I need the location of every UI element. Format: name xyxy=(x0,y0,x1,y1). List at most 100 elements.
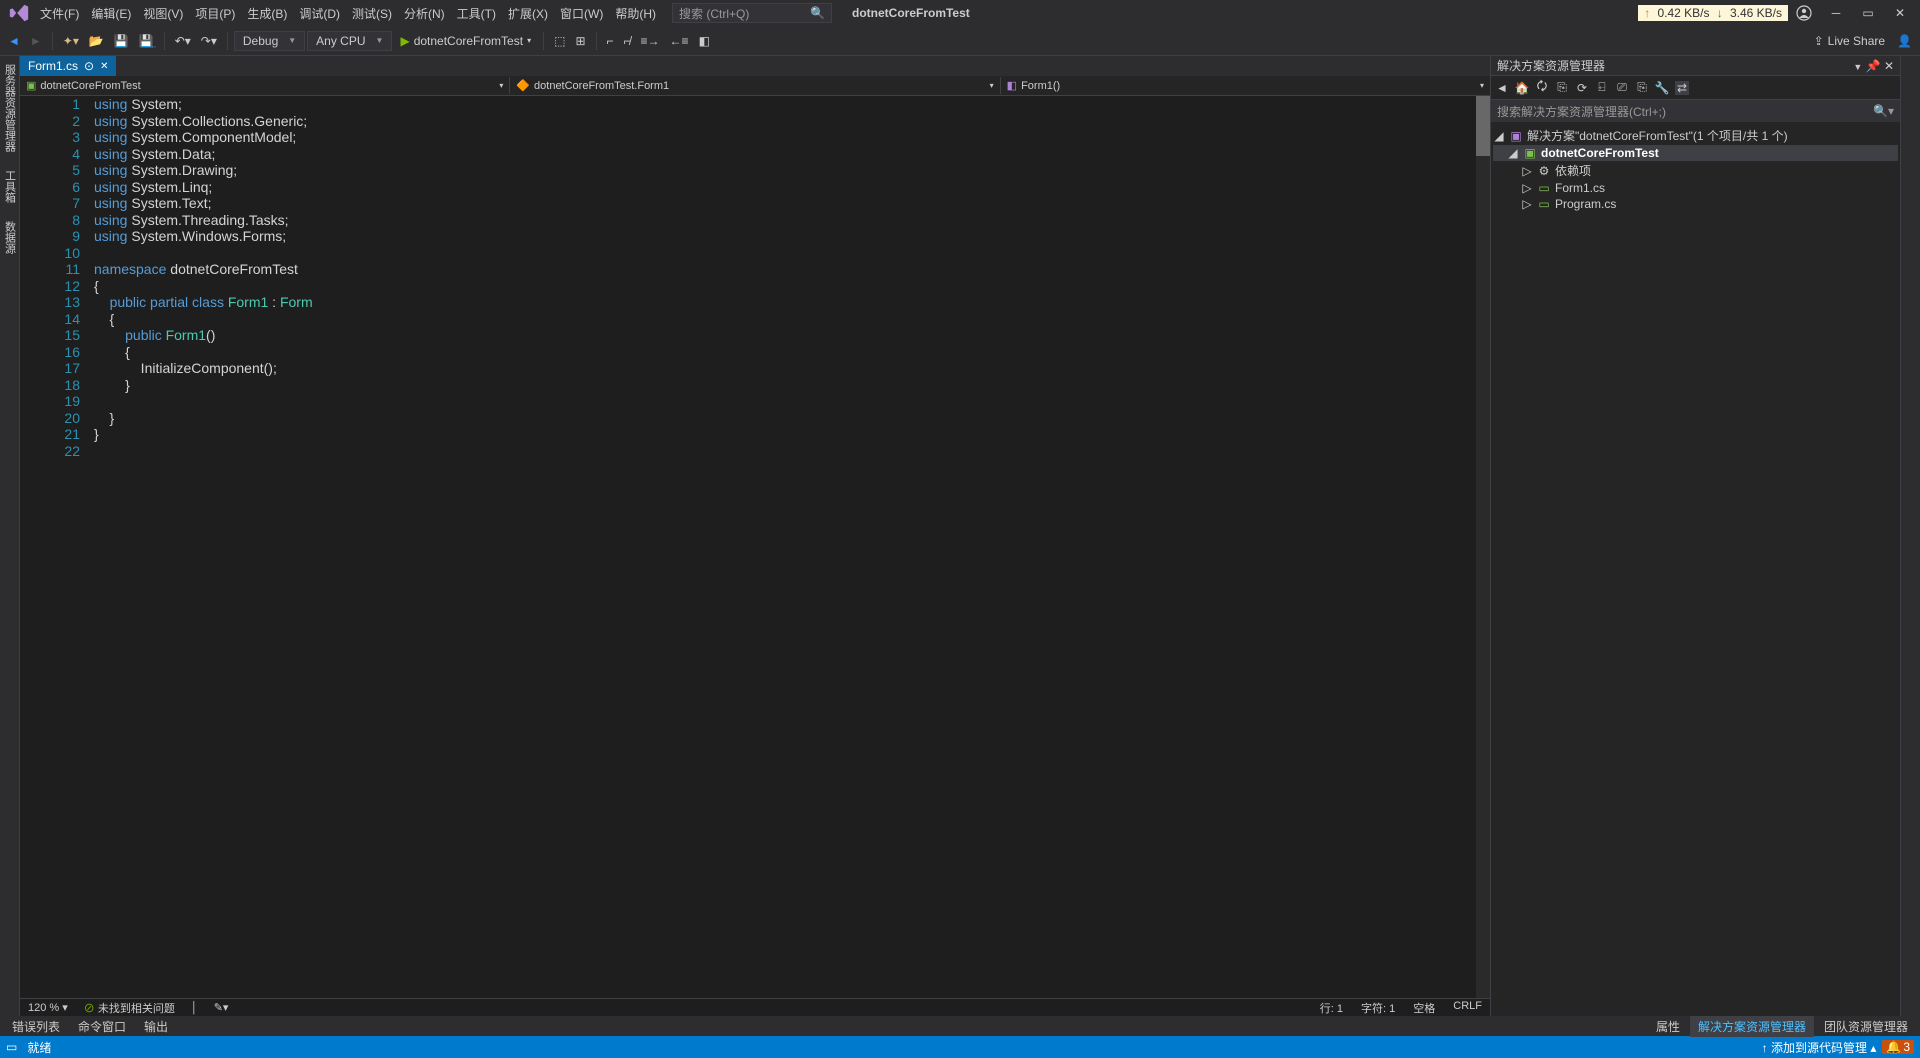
menu-window[interactable]: 窗口(W) xyxy=(554,3,609,24)
window-restore-button[interactable]: ▭ xyxy=(1852,1,1884,25)
dependencies-node[interactable]: ▷ ⚙ 依赖项 xyxy=(1493,161,1898,180)
search-placeholder: 搜索 (Ctrl+Q) xyxy=(679,5,749,22)
window-minimize-button[interactable]: ─ xyxy=(1820,1,1852,25)
menu-build[interactable]: 生成(B) xyxy=(241,3,293,24)
editor-nav-bar: ▣ dotnetCoreFromTest▾ 🔶 dotnetCoreFromTe… xyxy=(20,76,1490,96)
data-source-tab[interactable]: 数据源 xyxy=(2,217,18,258)
config-combo[interactable]: Debug▼ xyxy=(234,31,305,51)
sync-icon[interactable]: 🗘 xyxy=(1535,81,1549,95)
server-explorer-tab[interactable]: 服务器资源管理器 xyxy=(2,60,18,156)
feedback-icon[interactable]: 👤 xyxy=(1893,32,1916,50)
properties-icon[interactable]: ⎚ xyxy=(1615,81,1629,95)
expand-icon[interactable]: ▷ xyxy=(1521,164,1533,178)
menu-view[interactable]: 视图(V) xyxy=(137,3,189,24)
panel-close-icon[interactable]: ✕ xyxy=(1884,59,1894,73)
nav-method-combo[interactable]: ◧ Form1()▾ xyxy=(1001,77,1490,94)
line-ending[interactable]: CRLF xyxy=(1453,1000,1482,1016)
close-tab-icon[interactable]: ✕ xyxy=(100,61,108,72)
expand-icon[interactable]: ▷ xyxy=(1521,181,1533,195)
nav-forward-button[interactable]: ► xyxy=(26,32,46,50)
comment-button[interactable]: ⌐ xyxy=(603,32,618,50)
indent-button[interactable]: ≡→ xyxy=(637,32,664,50)
document-tab-row: Form1.cs ⊙ ✕ xyxy=(20,56,1490,76)
nav-back-button[interactable]: ◄ xyxy=(4,32,24,50)
menu-analyze[interactable]: 分析(N) xyxy=(398,3,451,24)
outdent-button[interactable]: ←≡ xyxy=(666,32,693,50)
source-control-button[interactable]: ↑ 添加到源代码管理 ▴ xyxy=(1762,1039,1877,1056)
account-icon[interactable] xyxy=(1788,1,1820,25)
notifications-button[interactable]: 🔔3 xyxy=(1882,1040,1914,1054)
right-gutter xyxy=(1900,56,1920,1016)
solution-tree[interactable]: ◢ ▣ 解决方案"dotnetCoreFromTest"(1 个项目/共 1 个… xyxy=(1491,122,1900,216)
save-all-button[interactable]: 💾̤ xyxy=(135,32,158,50)
command-window-tab[interactable]: 命令窗口 xyxy=(70,1016,134,1037)
toolbox-tab[interactable]: 工具箱 xyxy=(2,166,18,207)
platform-combo[interactable]: Any CPU▼ xyxy=(307,31,392,51)
team-explorer-tab[interactable]: 团队资源管理器 xyxy=(1816,1016,1916,1037)
solution-root[interactable]: ◢ ▣ 解决方案"dotnetCoreFromTest"(1 个项目/共 1 个… xyxy=(1493,126,1898,145)
menu-test[interactable]: 测试(S) xyxy=(346,3,398,24)
undo-button[interactable]: ↶▾ xyxy=(171,32,195,50)
expand-icon[interactable]: ▷ xyxy=(1521,197,1533,211)
program-node[interactable]: ▷ ▭ Program.cs xyxy=(1493,196,1898,212)
file-tab-form1[interactable]: Form1.cs ⊙ ✕ xyxy=(20,56,116,76)
new-project-button[interactable]: ✦▾ xyxy=(59,32,83,50)
liveshare-icon: ⇪ xyxy=(1814,34,1824,48)
properties-tab[interactable]: 属性 xyxy=(1648,1016,1688,1037)
menu-project[interactable]: 项目(P) xyxy=(189,3,241,24)
show-all-icon[interactable]: ⎘ xyxy=(1555,81,1569,95)
panel-pin-icon[interactable]: 📌 xyxy=(1866,59,1881,73)
panel-dropdown-icon[interactable]: ▼ xyxy=(1853,62,1862,72)
home-icon[interactable]: 🏠 xyxy=(1515,81,1529,95)
start-debug-button[interactable]: ▶dotnetCoreFromTest▾ xyxy=(394,32,537,50)
menu-extensions[interactable]: 扩展(X) xyxy=(502,3,554,24)
window-close-button[interactable]: ✕ xyxy=(1884,1,1916,25)
live-share-button[interactable]: ⇪ Live Share xyxy=(1808,32,1891,50)
zoom-combo[interactable]: 120 % ▾ xyxy=(28,1001,68,1014)
project-node[interactable]: ◢ ▣ dotnetCoreFromTest xyxy=(1493,145,1898,161)
solution-explorer-tab[interactable]: 解决方案资源管理器 xyxy=(1690,1016,1814,1037)
editor-area: Form1.cs ⊙ ✕ ▣ dotnetCoreFromTest▾ 🔶 dot… xyxy=(20,56,1490,1016)
menu-file[interactable]: 文件(F) xyxy=(34,3,85,24)
form-node[interactable]: ▷ ▭ Form1.cs xyxy=(1493,180,1898,196)
menu-debug[interactable]: 调试(D) xyxy=(293,3,346,24)
bookmark-button[interactable]: ◧ xyxy=(695,32,714,50)
main-toolbar: ◄ ► ✦▾ 📂 💾 💾̤ ↶▾ ↷▾ Debug▼ Any CPU▼ ▶dot… xyxy=(0,26,1920,56)
global-search-input[interactable]: 搜索 (Ctrl+Q) 🔍 xyxy=(672,3,832,23)
toolbar-icon-2[interactable]: ⊞ xyxy=(571,32,589,50)
code-lines[interactable]: using System;using System.Collections.Ge… xyxy=(90,96,1490,998)
pin-icon[interactable]: ⊙ xyxy=(84,59,94,73)
editor-scrollbar[interactable] xyxy=(1476,96,1490,998)
csharp-project-icon: ▣ xyxy=(26,79,36,92)
nav-class-combo[interactable]: 🔶 dotnetCoreFromTest.Form1▾ xyxy=(510,77,1000,94)
view-icon[interactable]: ⇄ xyxy=(1675,81,1689,95)
expand-icon[interactable]: ◢ xyxy=(1493,129,1505,143)
menu-edit[interactable]: 编辑(E) xyxy=(85,3,137,24)
nav-project-combo[interactable]: ▣ dotnetCoreFromTest▾ xyxy=(20,77,510,94)
refresh-icon[interactable]: ⟳ xyxy=(1575,81,1589,95)
status-ready: 就绪 xyxy=(27,1039,51,1056)
expand-icon[interactable]: ◢ xyxy=(1507,146,1519,160)
save-button[interactable]: 💾 xyxy=(110,32,133,50)
preview-icon[interactable]: ⎘ xyxy=(1635,81,1649,95)
issues-status[interactable]: ⊘ 未找到相关问题 xyxy=(84,1000,175,1016)
menu-tools[interactable]: 工具(T) xyxy=(451,3,502,24)
uncomment-button[interactable]: ⌐̸ xyxy=(620,32,635,50)
toolbar-icon-1[interactable]: ⬚ xyxy=(550,32,569,50)
back-icon[interactable]: ◄ xyxy=(1495,81,1509,95)
indent-type[interactable]: 空格 xyxy=(1413,1000,1435,1016)
redo-button[interactable]: ↷▾ xyxy=(197,32,221,50)
output-tab[interactable]: 输出 xyxy=(136,1016,176,1037)
solution-search-input[interactable]: 搜索解决方案资源管理器(Ctrl+;) 🔍▾ xyxy=(1491,100,1900,122)
solution-toolbar: ◄ 🏠 🗘 ⎘ ⟳ ⍇ ⎚ ⎘ 🔧 ⇄ xyxy=(1491,76,1900,100)
line-number-gutter: 12345678910111213141516171819202122 xyxy=(20,96,90,998)
errors-tab[interactable]: 错误列表 xyxy=(4,1016,68,1037)
menu-help[interactable]: 帮助(H) xyxy=(609,3,662,24)
open-file-button[interactable]: 📂 xyxy=(85,32,108,50)
wrench-icon[interactable]: 🔧 xyxy=(1655,81,1669,95)
code-editor[interactable]: 12345678910111213141516171819202122 usin… xyxy=(20,96,1490,998)
health-icon[interactable]: ✎▾ xyxy=(214,1001,229,1014)
collapse-icon[interactable]: ⍇ xyxy=(1595,81,1609,95)
bottom-tab-row: 错误列表 命令窗口 输出 属性 解决方案资源管理器 团队资源管理器 xyxy=(0,1016,1920,1036)
csharp-file-icon: ▭ xyxy=(1537,181,1551,195)
